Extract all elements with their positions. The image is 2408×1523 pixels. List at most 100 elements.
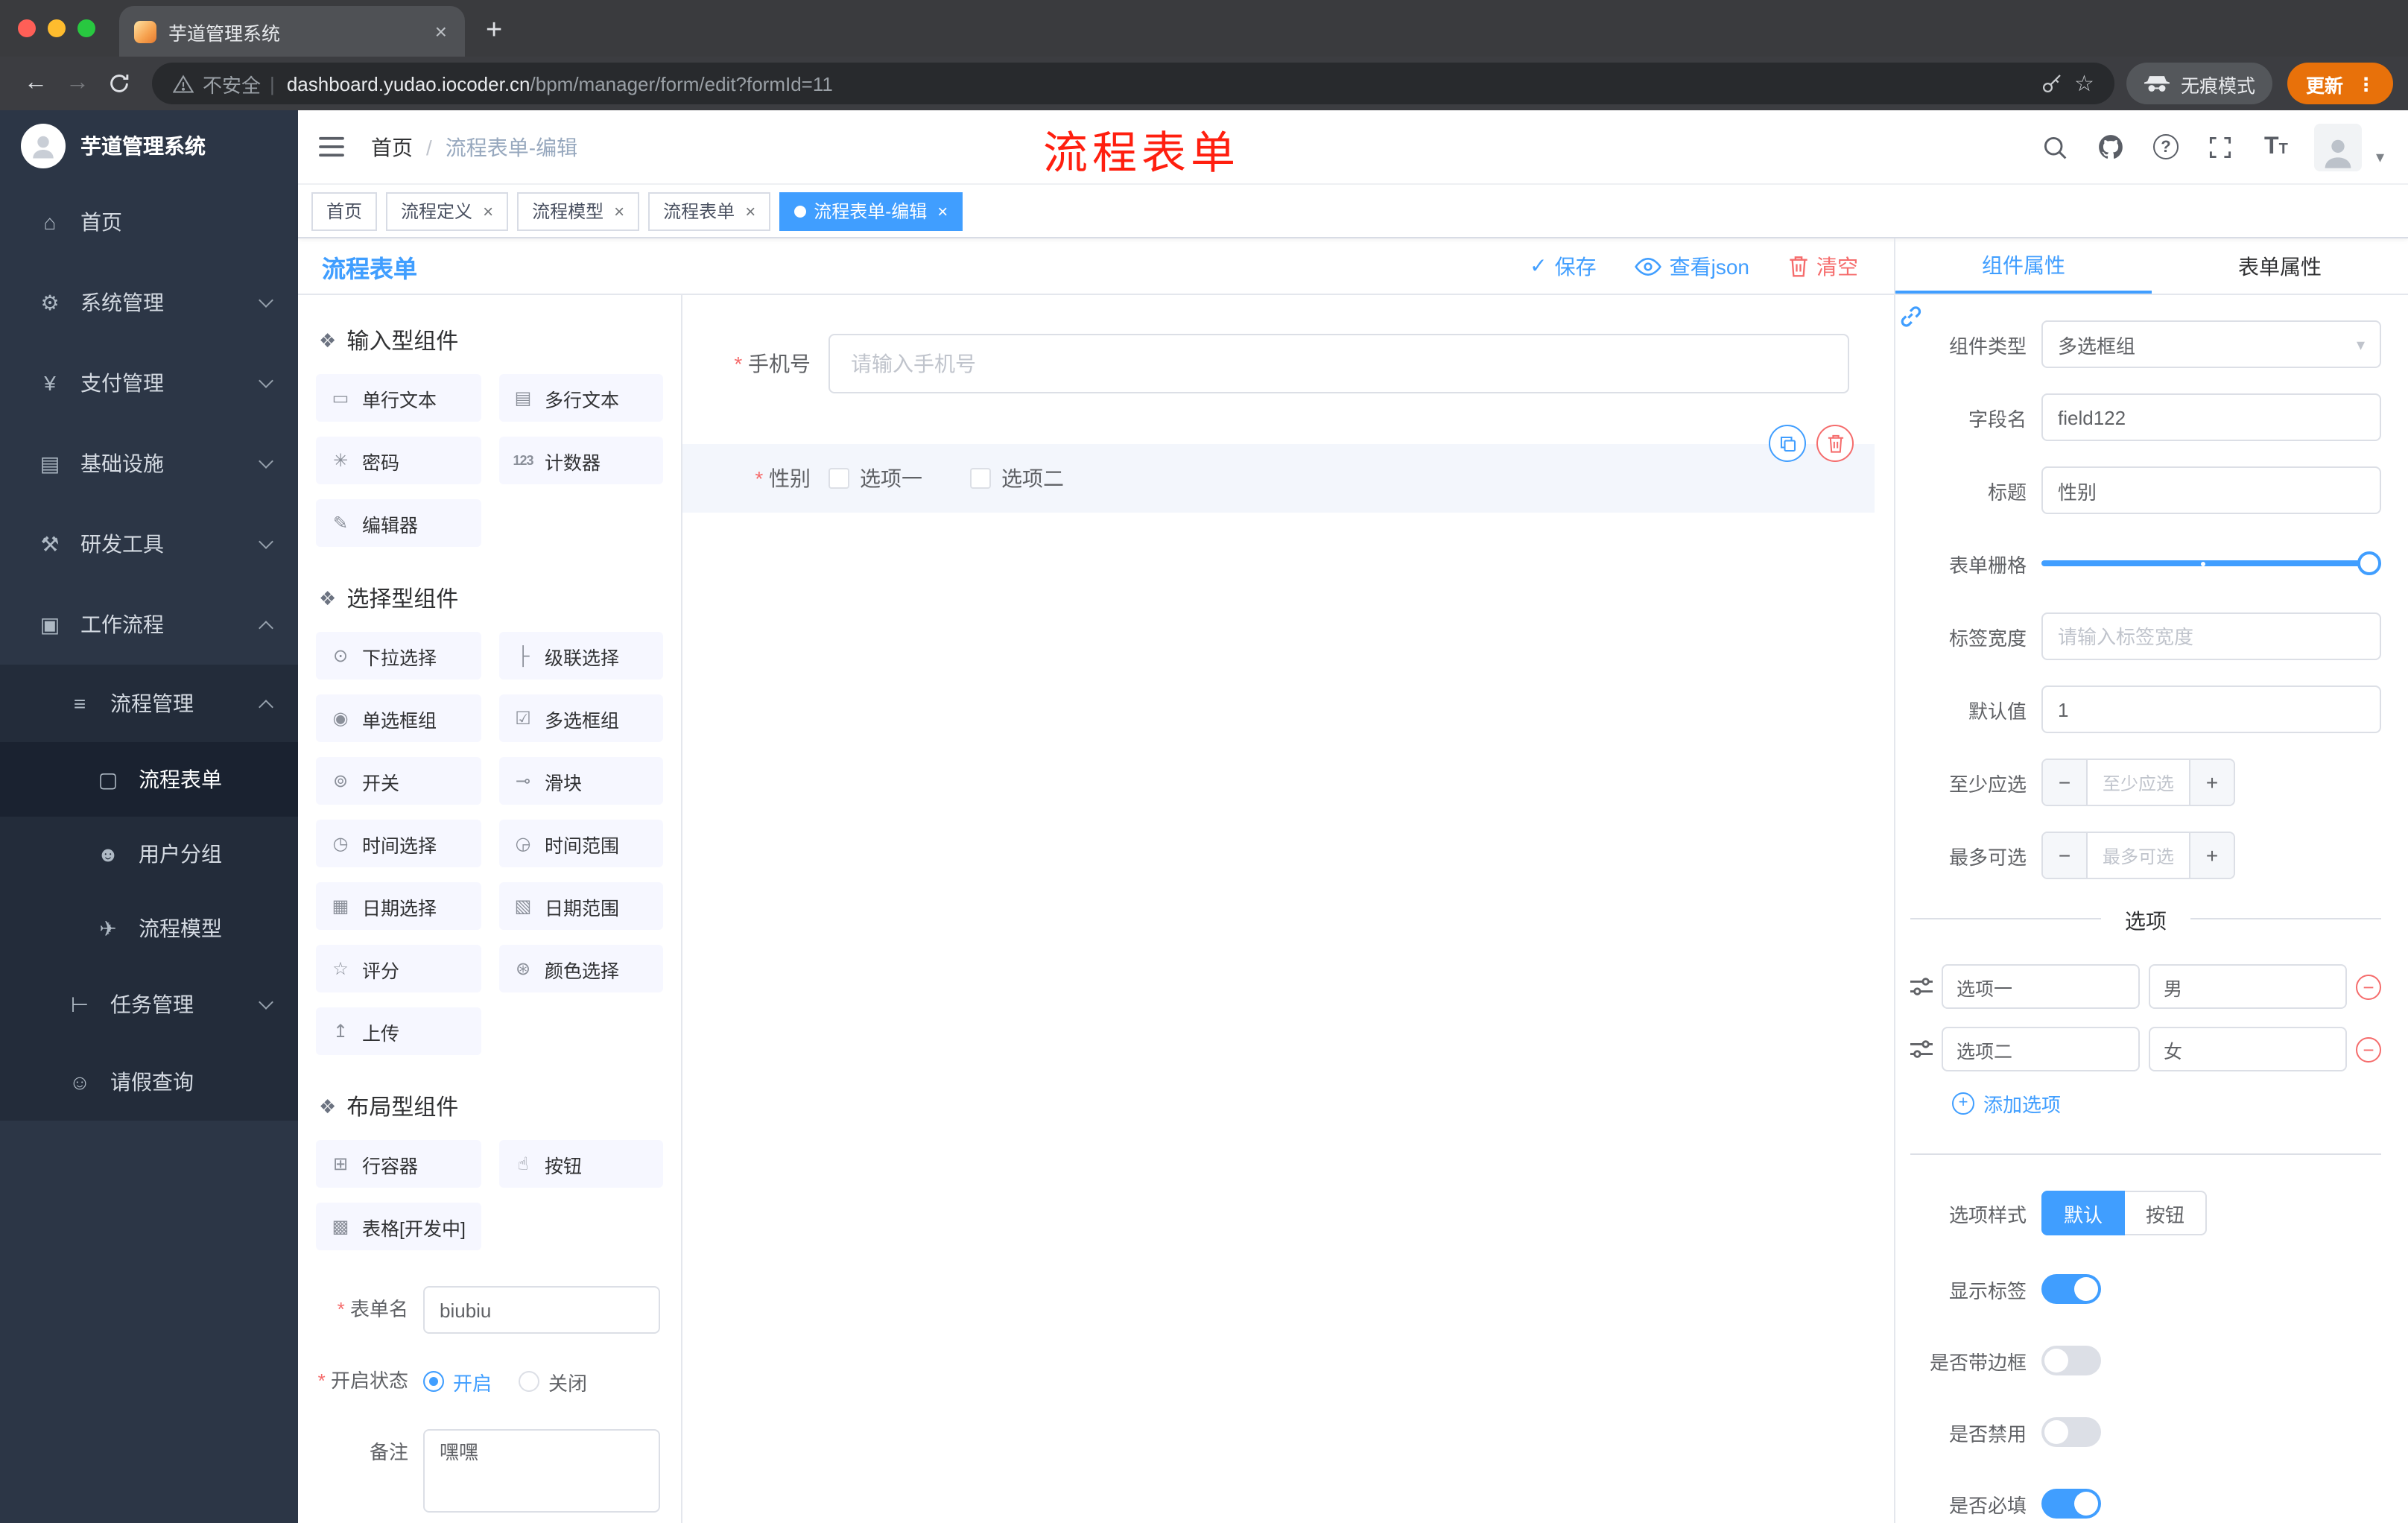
option-value-input[interactable] (2149, 964, 2347, 1009)
border-toggle[interactable] (2041, 1346, 2101, 1375)
tag-home[interactable]: 首页 (311, 191, 378, 230)
tag-close-icon[interactable]: × (614, 200, 624, 221)
close-window-button[interactable] (18, 19, 36, 37)
sidebar-item-workflow[interactable]: ▣ 工作流程 (0, 584, 298, 665)
palette-item-row-container[interactable]: ⊞ 行容器 (316, 1140, 481, 1188)
breadcrumb-home[interactable]: 首页 (371, 132, 413, 162)
increase-button[interactable]: + (2189, 760, 2234, 805)
remove-option-icon[interactable]: − (2356, 974, 2381, 999)
disabled-toggle[interactable] (2041, 1417, 2101, 1447)
palette-item-checkbox-group[interactable]: ☑ 多选框组 (498, 694, 663, 742)
browser-tab[interactable]: 芋道管理系统 × (119, 6, 465, 57)
palette-item-counter[interactable]: 123 计数器 (498, 437, 663, 484)
font-size-button[interactable]: TT (2260, 130, 2293, 163)
passwords-key-button[interactable] (2040, 72, 2062, 95)
palette-item-switch[interactable]: ⊚ 开关 (316, 757, 481, 805)
component-type-select[interactable]: 多选框组 ▾ (2041, 320, 2381, 368)
sidebar-item-home[interactable]: ⌂ 首页 (0, 182, 298, 262)
link-icon[interactable] (1898, 304, 1922, 328)
status-on-radio[interactable]: 开启 (423, 1367, 492, 1396)
drag-handle-icon[interactable] (1910, 1040, 1933, 1058)
field-name-input[interactable] (2041, 393, 2381, 441)
decrease-button[interactable]: − (2043, 760, 2088, 805)
bookmark-star-button[interactable]: ☆ (2074, 70, 2094, 97)
max-select-value[interactable]: 最多可选 (2088, 833, 2189, 878)
copy-widget-button[interactable] (1769, 425, 1806, 462)
palette-item-upload[interactable]: ↥ 上传 (316, 1007, 481, 1055)
phone-field-input[interactable] (828, 334, 1849, 393)
sidebar-item-process-form[interactable]: ▢ 流程表单 (0, 742, 298, 817)
title-input[interactable] (2041, 466, 2381, 514)
drag-handle-icon[interactable] (1910, 978, 1933, 995)
palette-item-color-picker[interactable]: ⊛ 颜色选择 (498, 945, 663, 992)
show-label-toggle[interactable] (2041, 1274, 2101, 1304)
slider-handle[interactable] (2357, 551, 2381, 575)
palette-item-cascader[interactable]: ├ 级联选择 (498, 632, 663, 680)
palette-item-table[interactable]: ▩ 表格[开发中] (316, 1203, 481, 1250)
help-button[interactable]: ? (2149, 130, 2182, 163)
forward-button[interactable]: → (57, 63, 98, 104)
browser-menu-icon[interactable]: ⋮ (2357, 72, 2375, 95)
new-tab-button[interactable]: + (486, 15, 502, 57)
sidebar-item-devtools[interactable]: ⚒ 研发工具 (0, 504, 298, 584)
grid-slider[interactable] (2041, 539, 2381, 587)
status-off-radio[interactable]: 关闭 (519, 1367, 587, 1396)
clear-button[interactable]: 清空 (1788, 251, 1858, 281)
tag-process-form[interactable]: 流程表单 × (648, 191, 771, 230)
palette-item-slider[interactable]: ⊸ 滑块 (498, 757, 663, 805)
palette-item-multi-line-text[interactable]: ▤ 多行文本 (498, 374, 663, 422)
option-name-input[interactable] (1942, 1027, 2140, 1071)
add-option-button[interactable]: + 添加选项 (1952, 1089, 2381, 1118)
min-select-value[interactable]: 至少应选 (2088, 760, 2189, 805)
tab-close-icon[interactable]: × (432, 19, 450, 43)
palette-item-password[interactable]: ✳ 密码 (316, 437, 481, 484)
sidebar-item-user-group[interactable]: ☻ 用户分组 (0, 817, 298, 891)
tag-process-model[interactable]: 流程模型 × (517, 191, 640, 230)
tag-close-icon[interactable]: × (745, 200, 755, 221)
github-button[interactable] (2094, 130, 2127, 163)
default-value-input[interactable] (2041, 685, 2381, 733)
tab-component-props[interactable]: 组件属性 (1895, 238, 2152, 294)
sidebar-item-leave-query[interactable]: ☺ 请假查询 (0, 1043, 298, 1121)
sidebar-fold-button[interactable] (319, 136, 344, 158)
sidebar-item-process-management[interactable]: ≡ 流程管理 (0, 665, 298, 742)
reload-button[interactable] (98, 63, 140, 104)
selected-widget-gender[interactable]: 性别 选项一 选项二 (682, 425, 1875, 513)
option-name-input[interactable] (1942, 964, 2140, 1009)
minimize-window-button[interactable] (48, 19, 66, 37)
delete-widget-button[interactable] (1816, 425, 1854, 462)
form-remark-textarea[interactable]: 嘿嘿 (423, 1429, 660, 1513)
sidebar-item-infrastructure[interactable]: ▤ 基础设施 (0, 423, 298, 504)
save-button[interactable]: ✓ 保存 (1530, 251, 1596, 281)
search-button[interactable] (2039, 130, 2072, 163)
remove-option-icon[interactable]: − (2356, 1036, 2381, 1062)
palette-item-button[interactable]: ☝ 按钮 (498, 1140, 663, 1188)
view-json-button[interactable]: 查看json (1635, 251, 1749, 281)
gender-option-1-checkbox[interactable]: 选项一 (828, 463, 922, 493)
tag-process-definition[interactable]: 流程定义 × (386, 191, 509, 230)
style-button-button[interactable]: 按钮 (2125, 1191, 2208, 1235)
tag-close-icon[interactable]: × (483, 200, 493, 221)
sidebar-item-system[interactable]: ⚙ 系统管理 (0, 262, 298, 343)
label-width-input[interactable] (2041, 612, 2381, 660)
palette-item-select[interactable]: ⊙ 下拉选择 (316, 632, 481, 680)
palette-item-editor[interactable]: ✎ 编辑器 (316, 499, 481, 547)
avatar[interactable] (2314, 123, 2363, 171)
fullscreen-button[interactable] (2205, 130, 2237, 163)
increase-button[interactable]: + (2189, 833, 2234, 878)
palette-item-single-line-text[interactable]: ▭ 单行文本 (316, 374, 481, 422)
sidebar-item-payment[interactable]: ¥ 支付管理 (0, 343, 298, 423)
tag-process-form-edit[interactable]: 流程表单-编辑 × (779, 191, 963, 230)
caret-down-icon[interactable]: ▾ (2376, 148, 2384, 167)
palette-item-date-picker[interactable]: ▦ 日期选择 (316, 882, 481, 930)
palette-item-time-picker[interactable]: ◷ 时间选择 (316, 820, 481, 867)
required-toggle[interactable] (2041, 1489, 2101, 1519)
form-name-input[interactable] (423, 1286, 660, 1334)
gender-option-2-checkbox[interactable]: 选项二 (970, 463, 1064, 493)
decrease-button[interactable]: − (2043, 833, 2088, 878)
back-button[interactable]: ← (15, 63, 57, 104)
palette-item-date-range[interactable]: ▧ 日期范围 (498, 882, 663, 930)
address-bar[interactable]: 不安全 | dashboard.yudao.iocoder.cn/bpm/man… (152, 63, 2115, 104)
palette-item-time-range[interactable]: ◶ 时间范围 (498, 820, 663, 867)
chrome-update-button[interactable]: 更新 ⋮ (2287, 63, 2393, 104)
